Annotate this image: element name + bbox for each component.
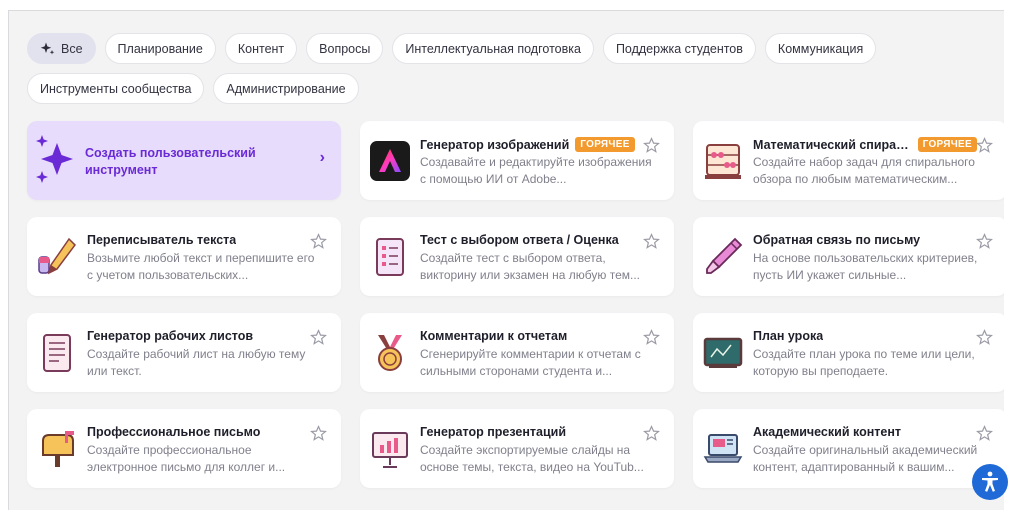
tool-title-row: Обратная связь по письму [753, 233, 977, 247]
tool-card-lesson-plan[interactable]: План урока Создайте план урока по теме и… [693, 313, 1004, 392]
tool-title: План урока [753, 329, 824, 343]
filter-row-2: Инструменты сообщества Администрирование [27, 73, 987, 104]
filter-chip-label: Все [61, 41, 83, 56]
star-icon[interactable] [310, 329, 327, 346]
tool-title: Обратная связь по письму [753, 233, 921, 247]
tool-title-row: Тест с выбором ответа / Оценка [420, 233, 644, 247]
tool-title: Тест с выбором ответа / Оценка [420, 233, 619, 247]
filter-chip-label: Планирование [117, 41, 203, 56]
tool-description: Создайте план урока по теме или цели, ко… [753, 347, 975, 378]
tools-panel: Все Планирование Контент Вопросы Интелле… [8, 10, 1004, 510]
star-icon[interactable] [643, 233, 660, 250]
tool-title-row: Комментарии к отчетам [420, 329, 644, 343]
tool-card-multiple-choice-test[interactable]: Тест с выбором ответа / Оценка Создайте … [360, 217, 674, 296]
tool-title-row: Профессиональное письмо [87, 425, 311, 439]
star-icon[interactable] [643, 329, 660, 346]
tool-card-text-rewriter[interactable]: Переписыватель текста Возьмите любой тек… [27, 217, 341, 296]
filter-chip-community-tools[interactable]: Инструменты сообщества [27, 73, 205, 104]
filter-chip-label: Администрирование [226, 81, 346, 96]
filter-chip-intellectual-prep[interactable]: Интеллектуальная подготовка [392, 33, 594, 64]
filter-chip-student-support[interactable]: Поддержка студентов [602, 33, 756, 64]
tool-card-presentation-generator[interactable]: Генератор презентаций Создайте экспортир… [360, 409, 674, 488]
filter-chip-label: Поддержка студентов [615, 41, 743, 56]
tool-description: На основе пользовательских критериев, пу… [753, 251, 978, 282]
filter-chip-all[interactable]: Все [27, 33, 96, 64]
filter-row-1: Все Планирование Контент Вопросы Интелле… [27, 33, 987, 64]
tool-title: Комментарии к отчетам [420, 329, 568, 343]
tool-card-report-comments[interactable]: Комментарии к отчетам Сгенерируйте комме… [360, 313, 674, 392]
star-icon[interactable] [310, 233, 327, 250]
tool-description: Создайте профессиональное электронное пи… [87, 443, 286, 474]
tool-title: Математический спираль... [753, 137, 912, 152]
star-icon[interactable] [976, 233, 993, 250]
star-icon[interactable] [643, 425, 660, 442]
accessibility-button[interactable] [972, 464, 1008, 500]
hot-badge: ГОРЯЧЕЕ [575, 137, 635, 152]
tool-title-row: Академический контент [753, 425, 977, 439]
star-icon[interactable] [310, 425, 327, 442]
tool-title: Генератор презентаций [420, 425, 567, 439]
chalkboard-icon [703, 337, 743, 368]
sparkle-icon [36, 135, 73, 183]
checklist-document-icon [376, 238, 404, 276]
presentation-board-icon [372, 432, 408, 468]
tool-card-professional-email[interactable]: Профессиональное письмо Создайте професс… [27, 409, 341, 488]
tool-title-row: Генератор рабочих листов [87, 329, 311, 343]
create-custom-tool-card[interactable]: Создать пользовательский инструмент › [27, 121, 341, 200]
tool-description: Создайте набор задач для спирального обз… [753, 155, 975, 186]
abacus-icon [705, 144, 741, 179]
medal-icon [378, 335, 402, 371]
pencil-eraser-icon [38, 237, 76, 275]
tool-description: Создавайте и редактируйте изображения с … [420, 155, 652, 186]
tool-title: Генератор изображений [420, 137, 570, 152]
chevron-right-icon: › [319, 149, 325, 166]
tool-description: Возьмите любой текст и перепишите его с … [87, 251, 315, 282]
hot-badge: ГОРЯЧЕЕ [917, 137, 977, 152]
mailbox-icon [42, 431, 74, 467]
filter-chip-label: Инструменты сообщества [40, 81, 192, 96]
create-tool-label: Создать пользовательский инструмент [85, 146, 256, 177]
filter-chip-administration[interactable]: Администрирование [213, 73, 359, 104]
tool-description: Создайте тест с выбором ответа, викторин… [420, 251, 641, 282]
marker-pen-icon [706, 237, 743, 274]
filter-chip-planning[interactable]: Планирование [104, 33, 216, 64]
sparkle-icon [40, 42, 55, 55]
tool-card-writing-feedback[interactable]: Обратная связь по письму На основе польз… [693, 217, 1004, 296]
filter-chip-content[interactable]: Контент [224, 33, 298, 64]
filter-chip-label: Вопросы [319, 41, 371, 56]
filter-chip-communication[interactable]: Коммуникация [764, 33, 877, 64]
star-icon[interactable] [643, 137, 660, 154]
accessibility-icon [982, 471, 998, 492]
tool-title-row: План урока [753, 329, 977, 343]
tool-title: Профессиональное письмо [87, 425, 261, 439]
tool-title-row: Генератор изображений ГОРЯЧЕЕ [420, 137, 644, 152]
tool-title-row: Переписыватель текста [87, 233, 311, 247]
tool-description: Создайте оригинальный академический конт… [753, 443, 978, 474]
tool-title-row: Математический спираль... ГОРЯЧЕЕ [753, 137, 977, 152]
filter-chip-label: Интеллектуальная подготовка [405, 41, 581, 56]
tool-title: Академический контент [753, 425, 902, 439]
tool-title-row: Генератор презентаций [420, 425, 644, 439]
star-icon[interactable] [976, 329, 993, 346]
tool-description: Сгенерируйте комментарии к отчетам с сил… [420, 347, 641, 378]
tool-title: Генератор рабочих листов [87, 329, 254, 343]
category-filters: Все Планирование Контент Вопросы Интелле… [27, 33, 987, 113]
filter-chip-label: Контент [237, 41, 285, 56]
star-icon[interactable] [976, 137, 993, 154]
laptop-icon [703, 434, 743, 463]
tool-card-worksheet-generator[interactable]: Генератор рабочих листов Создайте рабочи… [27, 313, 341, 392]
adobe-logo-icon [370, 141, 410, 181]
star-icon[interactable] [976, 425, 993, 442]
tool-card-math-spiral[interactable]: Математический спираль... ГОРЯЧЕЕ Создай… [693, 121, 1004, 200]
worksheet-icon [43, 334, 71, 372]
tool-description: Создайте экспортируемые слайды на основе… [420, 443, 644, 474]
tool-card-academic-content[interactable]: Академический контент Создайте оригиналь… [693, 409, 1004, 488]
tool-description: Создайте рабочий лист на любую тему или … [87, 347, 306, 378]
filter-chip-label: Коммуникация [777, 41, 864, 56]
tool-card-image-generator[interactable]: Генератор изображений ГОРЯЧЕЕ Создавайте… [360, 121, 674, 200]
tool-title: Переписыватель текста [87, 233, 237, 247]
filter-chip-questions[interactable]: Вопросы [306, 33, 384, 64]
